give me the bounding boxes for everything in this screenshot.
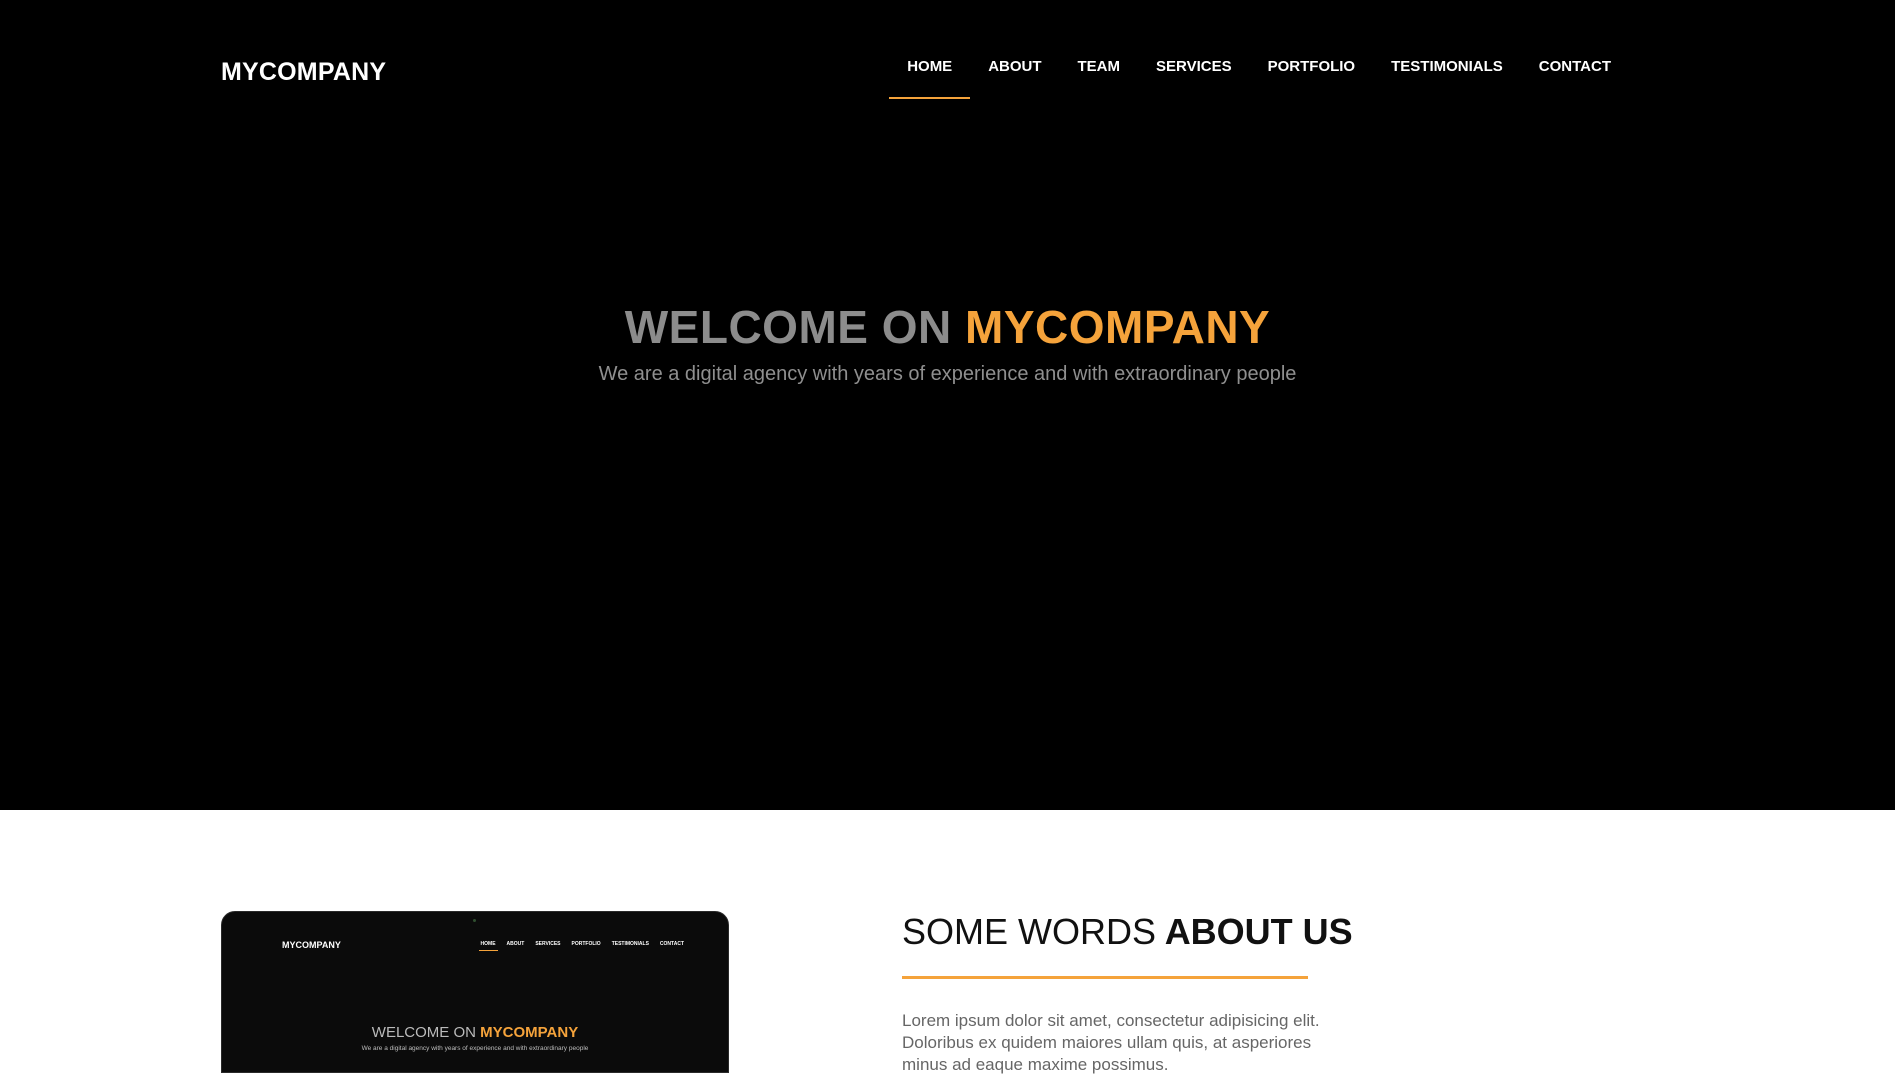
hero-title-prefix: WELCOME ON bbox=[624, 301, 952, 353]
nav-item-home[interactable]: HOME bbox=[889, 58, 971, 99]
nav-item-services[interactable]: SERVICES bbox=[1138, 58, 1250, 87]
hero-text: WELCOME ON MYCOMPANY We are a digital ag… bbox=[0, 302, 1895, 386]
nav-item-testimonials[interactable]: TESTIMONIALS bbox=[1373, 58, 1521, 87]
hero-title-accent: MYCOMPANY bbox=[965, 301, 1271, 353]
about-divider bbox=[902, 976, 1308, 979]
main-nav: HOME ABOUT TEAM SERVICES PORTFOLIO TESTI… bbox=[889, 58, 1629, 99]
mockup-camera bbox=[473, 919, 476, 922]
laptop-mockup-image: MYCOMPANY HOME ABOUT SERVICES PORTFOLIO … bbox=[221, 911, 729, 1073]
nav-item-contact[interactable]: CONTACT bbox=[1521, 58, 1629, 87]
nav-item-team[interactable]: TEAM bbox=[1060, 58, 1139, 87]
mockup-nav-about: ABOUT bbox=[506, 941, 525, 947]
mockup-subtitle: We are a digital agency with years of ex… bbox=[361, 1045, 589, 1052]
about-text: Lorem ipsum dolor sit amet, consectetur … bbox=[902, 1011, 1320, 1074]
mockup-nav-contact: CONTACT bbox=[659, 941, 684, 947]
mockup-nav-testimonials: TESTIMONIALS bbox=[611, 941, 649, 947]
mockup-nav-services: SERVICES bbox=[535, 941, 561, 947]
about-heading: SOME WORDS ABOUT US bbox=[902, 911, 1353, 953]
hero-subtitle: We are a digital agency with years of ex… bbox=[598, 362, 1297, 385]
mockup-logo: MYCOMPANY bbox=[282, 940, 341, 950]
mockup-title: WELCOME ON MYCOMPANY bbox=[222, 1024, 728, 1041]
site-logo[interactable]: MYCOMPANY bbox=[221, 58, 386, 87]
mockup-nav: HOME ABOUT SERVICES PORTFOLIO TESTIMONIA… bbox=[478, 941, 684, 951]
nav-item-about[interactable]: ABOUT bbox=[970, 58, 1059, 87]
about-section: MYCOMPANY HOME ABOUT SERVICES PORTFOLIO … bbox=[0, 810, 1895, 1074]
about-heading-bold: ABOUT US bbox=[1164, 911, 1353, 952]
about-heading-light: SOME WORDS bbox=[902, 911, 1157, 952]
hero-section: MYCOMPANY HOME ABOUT TEAM SERVICES PORTF… bbox=[0, 0, 1895, 810]
mockup-nav-home: HOME bbox=[478, 941, 498, 951]
nav-item-portfolio[interactable]: PORTFOLIO bbox=[1250, 58, 1374, 87]
hero-title: WELCOME ON MYCOMPANY bbox=[0, 302, 1895, 353]
mockup-title-prefix: WELCOME ON bbox=[371, 1024, 476, 1041]
mockup-nav-portfolio: PORTFOLIO bbox=[571, 941, 601, 947]
mockup-title-accent: MYCOMPANY bbox=[480, 1024, 579, 1041]
